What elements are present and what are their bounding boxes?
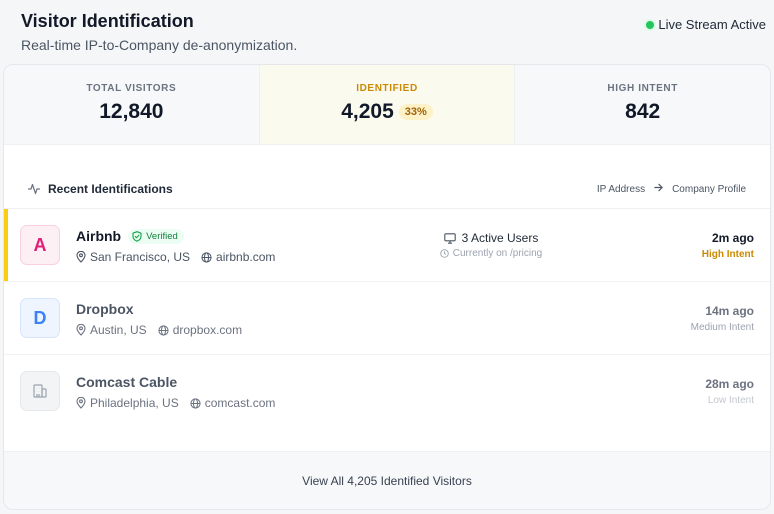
verified-badge: Verified xyxy=(128,228,184,244)
flow-from-label: IP Address xyxy=(596,183,646,195)
view-all-link[interactable]: View All 4,205 Identified Visitors xyxy=(4,451,770,509)
intent-label: Medium Intent xyxy=(690,322,754,333)
company-name: Airbnb xyxy=(76,228,122,244)
avatar: D xyxy=(20,298,60,338)
company-name: Comcast Cable xyxy=(76,374,178,390)
company-location: Austin, US xyxy=(90,323,147,337)
section-title: Recent Identifications xyxy=(48,182,173,196)
company-meta: Austin, US dropbox.com xyxy=(76,323,242,337)
company-location: San Francisco, US xyxy=(90,250,191,264)
stats-bar: TOTAL VISITORS 12,840 IDENTIFIED 4,205 3… xyxy=(4,65,770,145)
stat-high-intent: HIGH INTENT 842 xyxy=(514,65,770,144)
map-pin-icon xyxy=(76,397,86,409)
current-page: Currently on /pricing xyxy=(452,248,543,259)
live-dot-icon xyxy=(646,20,655,29)
page-header: Visitor Identification Real-time IP-to-C… xyxy=(21,10,766,60)
stat-value: 4,205 xyxy=(341,100,394,123)
map-pin-icon xyxy=(76,324,86,336)
percent-badge: 33% xyxy=(398,104,433,120)
activity-icon xyxy=(27,182,41,200)
list-item-dropbox[interactable]: D Dropbox Austin, US dropbox.com 14m ago… xyxy=(4,282,770,355)
company-meta: Philadelphia, US comcast.com xyxy=(76,396,275,410)
identification-card: TOTAL VISITORS 12,840 IDENTIFIED 4,205 3… xyxy=(3,64,771,510)
monitor-icon xyxy=(443,232,456,244)
page-title: Visitor Identification xyxy=(21,11,194,31)
company-name-wrap: Airbnb Verified xyxy=(76,228,184,244)
globe-icon xyxy=(190,397,201,409)
stat-label: IDENTIFIED xyxy=(356,83,418,94)
row-right: 2m ago High Intent xyxy=(702,231,754,260)
globe-icon xyxy=(201,251,212,263)
list-item-airbnb[interactable]: A Airbnb Verified San Francisco, US airb… xyxy=(4,209,770,282)
verified-label: Verified xyxy=(146,230,178,242)
intent-label: Low Intent xyxy=(707,395,754,406)
list-item-comcast[interactable]: Comcast Cable Philadelphia, US comcast.c… xyxy=(4,355,770,428)
activity-info: 3 Active Users Currently on /pricing xyxy=(424,231,558,259)
company-domain[interactable]: comcast.com xyxy=(205,396,276,410)
arrow-right-icon xyxy=(654,183,663,195)
company-domain[interactable]: airbnb.com xyxy=(216,250,275,264)
stat-identified: IDENTIFIED 4,205 33% xyxy=(258,65,515,144)
stat-value-wrap: 4,205 33% xyxy=(341,100,433,124)
company-meta: San Francisco, US airbnb.com xyxy=(76,250,275,264)
section-header: Recent Identifications IP Address Compan… xyxy=(4,145,770,209)
flow-legend: IP Address Company Profile xyxy=(597,183,746,195)
page-subtitle: Real-time IP-to-Company de-anonymization… xyxy=(21,37,298,53)
flow-to-label: Company Profile xyxy=(672,183,746,195)
intent-label: High Intent xyxy=(701,249,754,260)
stat-value: 842 xyxy=(625,100,661,123)
stat-total-visitors: TOTAL VISITORS 12,840 xyxy=(4,65,259,144)
stat-label: TOTAL VISITORS xyxy=(86,83,177,94)
company-name: Dropbox xyxy=(76,301,134,317)
live-status-label: Live Stream Active xyxy=(658,17,766,32)
globe-icon xyxy=(158,324,169,336)
timestamp: 2m ago xyxy=(711,231,754,245)
timestamp: 28m ago xyxy=(705,377,754,391)
clock-icon xyxy=(440,249,449,258)
stat-label: HIGH INTENT xyxy=(607,83,678,94)
avatar: A xyxy=(20,225,60,265)
map-pin-icon xyxy=(76,251,86,263)
company-location: Philadelphia, US xyxy=(90,396,179,410)
shield-check-icon xyxy=(132,230,142,242)
company-domain[interactable]: dropbox.com xyxy=(173,323,242,337)
stat-value: 12,840 xyxy=(99,100,164,123)
row-right: 28m ago Low Intent xyxy=(705,377,754,406)
building-icon xyxy=(20,371,60,411)
active-users: 3 Active Users xyxy=(461,231,539,245)
live-status: Live Stream Active xyxy=(646,17,766,32)
timestamp: 14m ago xyxy=(705,304,754,318)
row-right: 14m ago Medium Intent xyxy=(691,304,754,333)
